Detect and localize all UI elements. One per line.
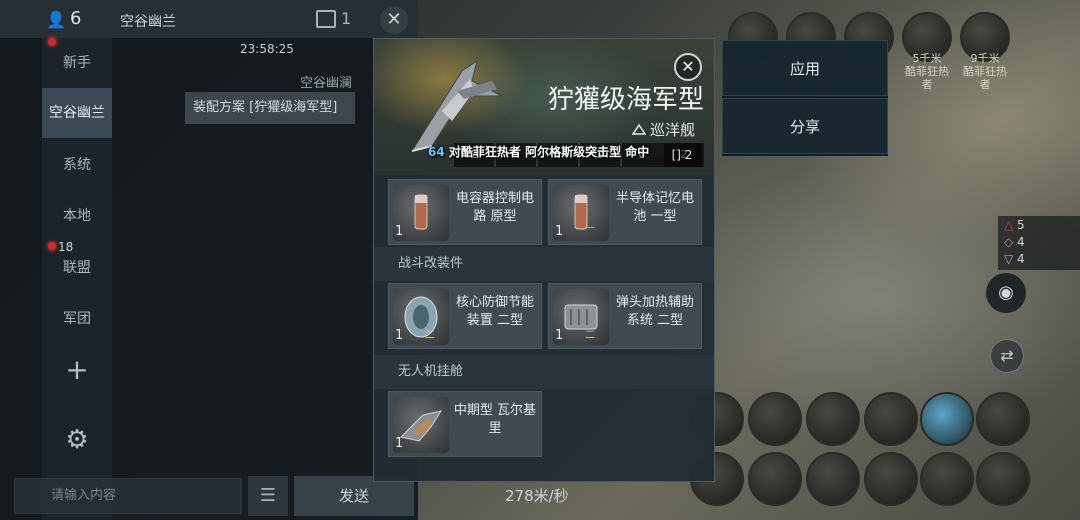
slot-value: 2 (684, 148, 693, 162)
swap-icon[interactable]: ⇄ (990, 339, 1024, 373)
module-card[interactable]: 半导体记忆电池 一型 1 — (548, 179, 702, 245)
speed-readout: 278米/秒 (505, 487, 569, 505)
module-button[interactable] (864, 452, 918, 506)
message-bubble[interactable]: 装配方案 [狞獾级海军型] (185, 92, 355, 124)
channel-tab-current[interactable]: 空谷幽兰 (42, 88, 112, 138)
damage-number: 64 (428, 145, 445, 159)
module-quantity: 1 (555, 224, 564, 239)
add-icon[interactable]: + (42, 345, 112, 395)
module-name: 电容器控制电路 原型 (455, 191, 534, 224)
module-button[interactable] (976, 452, 1030, 506)
fitting-popup: 狞獾级海军型 巡洋舰 ✕ 2 1 2 2 0 2 [] 2 64 对酷菲狂热者 … (373, 38, 715, 482)
close-icon[interactable]: ✕ (674, 53, 702, 81)
person-icon: 👤 (46, 10, 66, 29)
stat-value: 4 (1017, 252, 1025, 266)
target-distance: 9千米 (970, 52, 1000, 65)
stat-value: 4 (1017, 235, 1025, 249)
module-quantity: 1 (395, 328, 404, 343)
ship-name: 狞獾级海军型 (547, 85, 704, 115)
channel-tab-local[interactable]: 本地 (42, 191, 112, 241)
module-name: 半导体记忆电池 一型 (615, 191, 694, 224)
target-name: 酷菲狂热者 (963, 65, 1007, 91)
module-button[interactable] (806, 452, 860, 506)
module-name: 核心防御节能装置 二型 (455, 295, 534, 328)
gear-icon[interactable]: ⚙ (62, 425, 92, 455)
message-sender: 空谷幽澜 (300, 76, 353, 91)
module-quantity: 1 (395, 436, 404, 451)
module-button[interactable] (976, 392, 1030, 446)
module-name: 弹头加热辅助系统 二型 (615, 295, 694, 328)
module-card[interactable]: 中期型 瓦尔基里 1 (388, 391, 542, 457)
stat-row: △ 5 (1004, 218, 1025, 232)
tier-icon: 二 (585, 330, 595, 341)
apply-button[interactable]: 应用 (722, 40, 888, 96)
channel-tab-alliance[interactable]: 联盟 (42, 243, 112, 293)
action-menu: 应用 分享 (722, 40, 888, 156)
window-count: 1 (341, 9, 352, 28)
stat-row: ▽ 4 (1004, 252, 1025, 266)
target-name: 酷菲狂热者 (905, 65, 949, 91)
ship-class-icon (632, 123, 646, 135)
close-icon[interactable]: ✕ (380, 6, 408, 34)
combat-message: 对酷菲狂热者 阿尔格斯级突击型 命中 (448, 145, 650, 159)
target-label: 9千米 酷菲狂热者 (963, 52, 1007, 91)
module-button[interactable] (920, 452, 974, 506)
drone-header: 无人机挂舱 (374, 355, 714, 389)
module-card[interactable]: 核心防御节能装置 二型 1 二 (388, 283, 542, 349)
overview-stats: △ 5 ◇ 4 ▽ 4 (998, 216, 1080, 270)
tier-icon: 二 (425, 330, 435, 341)
module-button[interactable] (748, 392, 802, 446)
module-quantity: 1 (555, 328, 564, 343)
stat-row: ◇ 4 (1004, 235, 1025, 249)
menu-icon[interactable]: ☰ (248, 476, 288, 516)
unread-dot (48, 242, 56, 250)
target-label: 5千米 酷菲狂热者 (905, 52, 949, 91)
stat-value: 5 (1017, 218, 1025, 232)
bracket-icon: [] (671, 148, 681, 162)
send-button[interactable]: 发送 (294, 476, 414, 516)
module-card[interactable]: 弹头加热辅助系统 二型 1 二 (548, 283, 702, 349)
module-button[interactable] (748, 452, 802, 506)
combat-log: 64 对酷菲狂热者 阿尔格斯级突击型 命中 (428, 143, 649, 160)
unread-count: 18 (58, 240, 74, 254)
tier-icon: — (585, 222, 595, 233)
target-distance: 5千米 (912, 52, 942, 65)
module-button[interactable] (920, 392, 974, 446)
slot-count: [] 2 (662, 143, 702, 167)
channel-tab-system[interactable]: 系统 (42, 140, 112, 190)
channel-title: 空谷幽兰 (120, 14, 176, 30)
channel-tab-corp[interactable]: 军团 (42, 294, 112, 344)
module-button[interactable] (864, 392, 918, 446)
chat-input[interactable]: 请输入内容 (14, 478, 242, 514)
module-quantity: 1 (395, 224, 404, 239)
ship-class: 巡洋舰 (650, 121, 696, 139)
module-button[interactable] (806, 392, 860, 446)
window-icon[interactable] (316, 10, 336, 28)
member-count: 6 (70, 8, 82, 29)
message-time: 23:58:25 (240, 42, 294, 56)
unread-dot (48, 38, 56, 46)
share-button[interactable]: 分享 (722, 98, 888, 154)
eye-icon[interactable]: ◉ (986, 273, 1026, 313)
rigs-header: 战斗改装件 (374, 247, 714, 281)
module-name: 中期型 瓦尔基里 (453, 403, 537, 436)
module-card[interactable]: 电容器控制电路 原型 1 (388, 179, 542, 245)
